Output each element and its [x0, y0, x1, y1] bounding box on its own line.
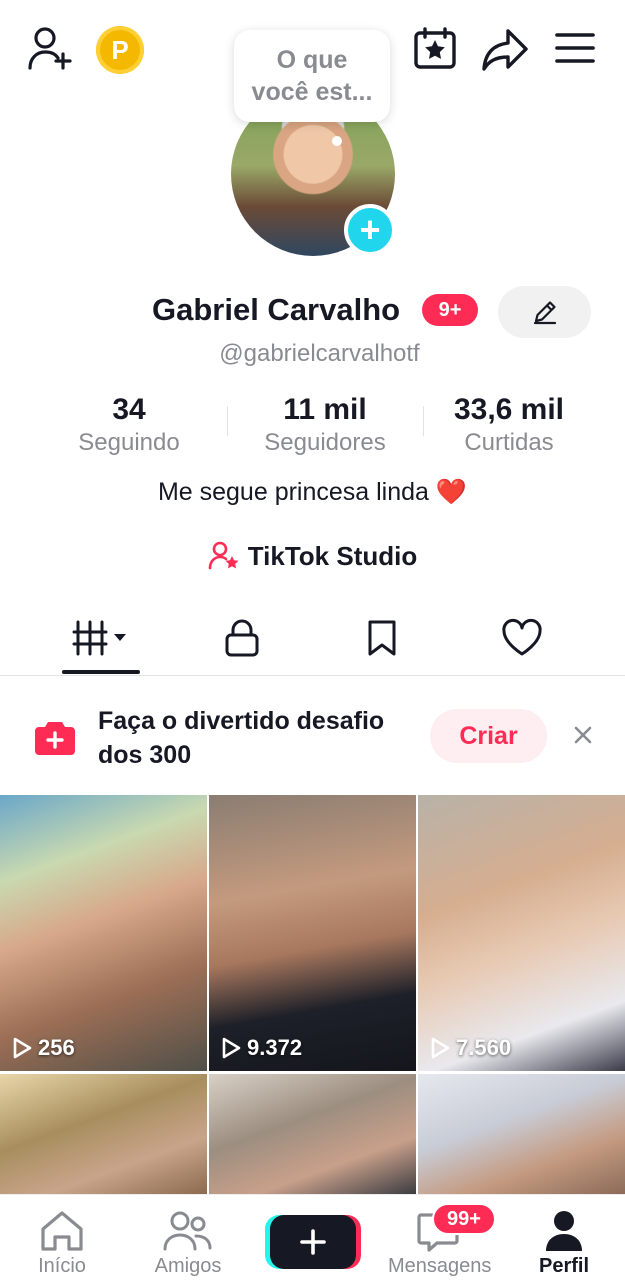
stat-value: 11 mil [283, 393, 367, 426]
view-count-label: 9.372 [247, 1035, 303, 1060]
play-icon [13, 1037, 32, 1059]
video-thumbnail[interactable] [0, 1074, 207, 1195]
status-line-1: O que [276, 46, 348, 74]
tab-saved[interactable] [304, 602, 460, 674]
tab-videos[interactable] [24, 602, 180, 674]
create-button[interactable] [270, 1215, 356, 1269]
stat-divider [227, 406, 228, 436]
nav-profile[interactable]: Perfil [514, 1195, 614, 1286]
add-story-icon[interactable]: + [344, 204, 396, 256]
stat-divider [423, 406, 424, 436]
tab-liked[interactable] [444, 602, 600, 674]
nav-home[interactable]: Início [12, 1195, 112, 1286]
share-icon[interactable] [480, 26, 530, 72]
bubble-tail [332, 136, 342, 146]
video-thumbnail[interactable] [418, 1074, 625, 1195]
bottom-navigation: Início Amigos Mensagens 99+ Perfil [0, 1194, 625, 1286]
lock-icon [225, 619, 259, 657]
stat-value: 33,6 mil [453, 393, 565, 426]
videos-grid-icon [72, 620, 126, 656]
video-thumbnail[interactable]: 9.372 [209, 795, 416, 1071]
video-thumbnail[interactable]: 256 [0, 795, 207, 1071]
coin-label: P [111, 34, 129, 65]
stat-label: Curtidas [464, 429, 554, 456]
home-icon [12, 1207, 112, 1255]
menu-icon[interactable] [552, 28, 598, 68]
heart-icon [502, 618, 542, 656]
view-count-label: 256 [38, 1035, 75, 1060]
stat-label: Seguidores [264, 429, 386, 456]
coins-icon[interactable]: P [96, 26, 144, 74]
status-line-2: você est... [251, 78, 373, 106]
calendar-star-icon[interactable] [412, 26, 458, 72]
video-thumbnail[interactable] [209, 1074, 416, 1195]
messages-badge: 99+ [432, 1203, 496, 1235]
name-row: Gabriel Carvalho 9+ [0, 286, 625, 338]
challenge-banner: Faça o divertido desafio dos 300 Criar [0, 690, 625, 788]
view-count: 256 [12, 1035, 75, 1061]
play-icon [222, 1037, 241, 1059]
video-thumbnail[interactable]: 7.560 [418, 795, 625, 1071]
active-tab-indicator [62, 670, 140, 674]
profile-username: @gabrielcarvalhotf [219, 340, 420, 367]
stat-value: 34 [112, 393, 146, 426]
profile-stats: 34 Seguindo 11 mil Seguidores 33,6 mil C… [0, 392, 625, 462]
plus-icon [300, 1229, 326, 1255]
stat-followers[interactable]: 11 mil Seguidores [230, 392, 420, 458]
add-friend-icon[interactable] [26, 26, 76, 72]
nav-label: Mensagens [388, 1255, 492, 1277]
profile-icon [514, 1207, 614, 1255]
profile-tabs [0, 602, 625, 676]
stat-following[interactable]: 34 Seguindo [34, 392, 224, 458]
edit-profile-button[interactable] [498, 286, 591, 338]
challenge-icon [34, 718, 76, 756]
stat-label: Seguindo [78, 429, 180, 456]
nav-label: Perfil [538, 1255, 590, 1277]
nav-label: Início [38, 1255, 86, 1277]
create-challenge-button[interactable]: Criar [430, 709, 547, 763]
nav-label: Amigos [154, 1255, 222, 1277]
tab-private[interactable] [164, 602, 320, 674]
play-icon [431, 1037, 450, 1059]
friends-icon [138, 1207, 238, 1255]
bookmark-icon [368, 620, 396, 656]
nav-friends[interactable]: Amigos [138, 1195, 238, 1286]
status-bubble[interactable]: O que você est... [234, 30, 390, 122]
view-count: 7.560 [430, 1035, 511, 1061]
tiktok-studio-link[interactable]: TikTok Studio [0, 536, 625, 576]
pencil-icon [533, 301, 556, 325]
close-icon[interactable] [568, 720, 598, 750]
notification-badge[interactable]: 9+ [422, 294, 478, 326]
challenge-text: Faça o divertido desafio dos 300 [98, 707, 385, 769]
creator-star-icon [208, 541, 239, 570]
view-count: 9.372 [221, 1035, 302, 1061]
view-count-label: 7.560 [456, 1035, 512, 1060]
studio-label: TikTok Studio [247, 540, 418, 571]
profile-bio: Me segue princesa linda ❤️ [157, 478, 468, 506]
stat-likes[interactable]: 33,6 mil Curtidas [414, 392, 604, 458]
profile-name: Gabriel Carvalho [152, 292, 401, 327]
video-grid: 256 9.372 7.560 [0, 795, 625, 1195]
